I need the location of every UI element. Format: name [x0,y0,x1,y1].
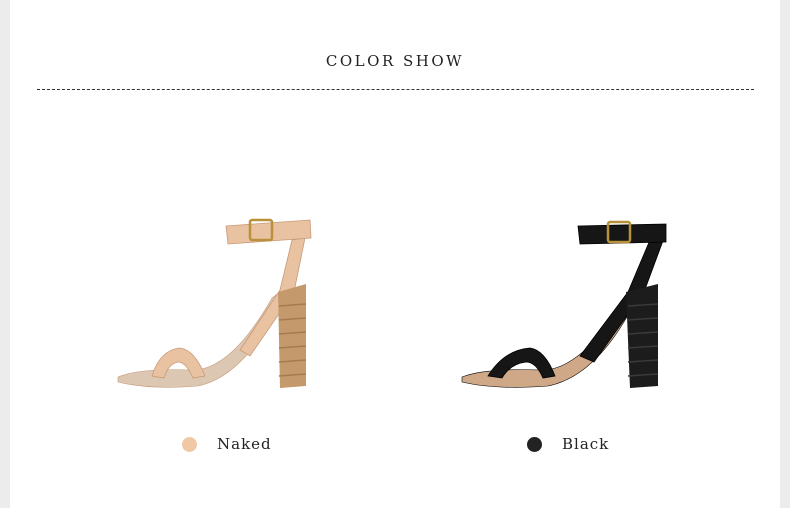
sandal-heel [626,284,658,388]
color-label-black: Black [562,435,610,453]
sandal-naked-illustration [117,218,312,388]
color-label-naked: Naked [217,435,272,453]
product-image-black[interactable] [430,180,750,410]
color-swatch-naked[interactable] [182,436,197,452]
product-image-naked[interactable] [80,180,400,410]
color-option-naked[interactable]: Naked [182,434,272,454]
sandal-heel [278,284,306,388]
color-swatch-black[interactable] [527,436,542,452]
color-option-black[interactable]: Black [527,434,609,454]
dashed-divider [37,89,754,90]
sandal-black-illustration [461,220,667,388]
section-title: COLOR SHOW [325,52,465,70]
